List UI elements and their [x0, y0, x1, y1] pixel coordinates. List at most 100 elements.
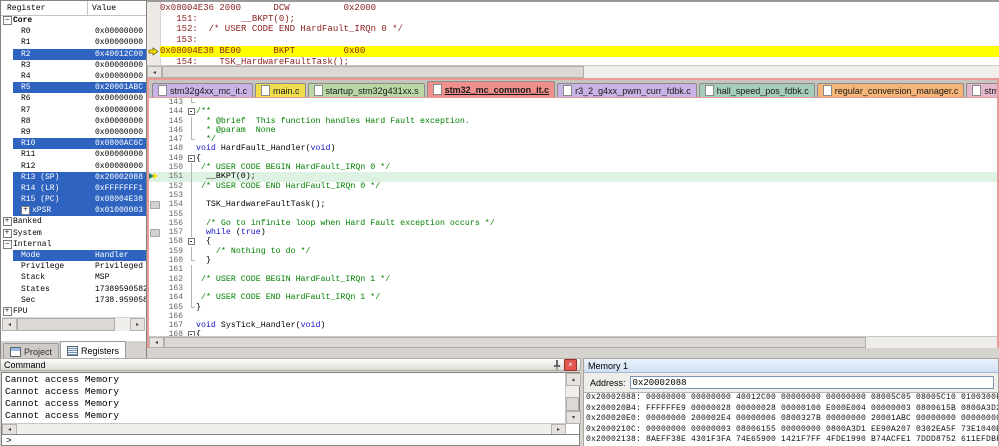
fold-margin[interactable]: [187, 107, 196, 116]
file-tab[interactable]: startup_stm32g431xx.s: [307, 83, 425, 97]
register-row[interactable]: R13 (SP) 0x20002088: [1, 171, 146, 183]
register-row[interactable]: R2 0x40012C00: [1, 48, 146, 60]
register-name: R4: [21, 72, 31, 82]
scroll-left-icon[interactable]: ◂: [149, 337, 164, 348]
line-marker: [149, 330, 161, 336]
memory-row: 0x200020E0: 00000000 200002E4 00000006 0…: [586, 414, 998, 424]
register-name: R0: [21, 27, 31, 37]
line-number: 150: [168, 163, 183, 173]
collapse-icon[interactable]: −: [2, 239, 12, 249]
file-tab[interactable]: main.c: [255, 83, 306, 97]
registers-icon: [67, 345, 79, 356]
scrollbar-thumb[interactable]: [162, 66, 584, 78]
register-row[interactable]: R1 0x00000000: [1, 37, 146, 48]
code-line: 158 {: [149, 237, 997, 246]
tab-project[interactable]: Project: [3, 343, 60, 359]
scroll-right-icon[interactable]: ▸: [130, 318, 145, 331]
command-output[interactable]: Cannot access Memory Cannot access Memory…: [1, 372, 581, 435]
register-row[interactable]: R12 0x00000000: [1, 160, 146, 171]
code-text: */: [196, 135, 216, 145]
editor-hscrollbar[interactable]: ◂: [149, 336, 997, 348]
expand-icon[interactable]: +: [21, 206, 30, 216]
register-row[interactable]: R8 0x00000000: [1, 116, 146, 127]
disassembly-window[interactable]: 0x08004E36 2000 DCW 0x2000 151: __BKPT(0…: [147, 0, 999, 78]
file-tab[interactable]: stm32g4xx_mc_it.c: [152, 83, 254, 97]
register-row[interactable]: Stack MSP: [1, 272, 146, 283]
register-name: R5: [21, 83, 31, 93]
register-row[interactable]: R3 0x00000000: [1, 60, 146, 71]
registers-panel: Register Value − Core R0 0x00000000 R1 0x0000…: [0, 0, 147, 359]
scroll-left-icon[interactable]: ◂: [147, 66, 162, 78]
code-text: /* USER CODE END HardFault_IRQn 0 */: [196, 181, 381, 191]
register-row[interactable]: + xPSR 0x01000003: [1, 205, 146, 217]
register-row[interactable]: R5 0x20001ABC: [1, 82, 146, 94]
register-row[interactable]: R6 0x00000000: [1, 93, 146, 104]
file-tab-label: stm32g4xx_mc_it.c: [170, 85, 248, 96]
register-row[interactable]: R9 0x00000000: [1, 127, 146, 138]
register-row[interactable]: R14 (LR) 0xFFFFFFF1: [1, 182, 146, 194]
file-tab[interactable]: stm32g4xx_hal_rcc.c: [966, 83, 997, 97]
command-vscrollbar[interactable]: ▴ ▾: [565, 373, 581, 424]
code-area[interactable]: 143 144/** 145 * @brief This function hand…: [149, 97, 997, 336]
fold-margin: [187, 200, 196, 210]
file-tab[interactable]: r3_2_g4xx_pwm_curr_fdbk.c: [557, 83, 697, 97]
file-tab[interactable]: regular_conversion_manager.c: [816, 83, 965, 97]
disassembly-hscrollbar[interactable]: ◂: [147, 65, 999, 78]
register-row[interactable]: Mode Handler: [1, 249, 146, 262]
registers-hscrollbar[interactable]: ◂ ▸: [2, 317, 145, 331]
register-row[interactable]: R10 0x0800AC6C: [1, 138, 146, 150]
scrollbar-thumb[interactable]: [17, 318, 115, 331]
line-marker: [149, 107, 161, 116]
fold-margin[interactable]: [187, 330, 196, 336]
code-line: 150 /* USER CODE BEGIN HardFault_IRQn 0 …: [149, 163, 997, 173]
register-value: 0x40012C00: [95, 49, 144, 59]
register-row[interactable]: − Core: [1, 15, 146, 26]
register-name: Privilege: [21, 262, 65, 272]
register-row[interactable]: Sec 1738.95905820: [1, 295, 146, 306]
register-row[interactable]: R7 0x00000000: [1, 105, 146, 116]
register-row[interactable]: States 17389590582: [1, 284, 146, 295]
register-row[interactable]: + Banked: [1, 216, 146, 227]
command-input[interactable]: >: [1, 434, 580, 446]
register-name: R11: [21, 150, 36, 160]
scroll-up-icon[interactable]: ▴: [566, 373, 581, 386]
line-marker: [149, 144, 161, 153]
scrollbar-thumb[interactable]: [164, 337, 866, 348]
file-tab[interactable]: stm32_mc_common_it.c: [426, 81, 556, 97]
register-row[interactable]: R15 (PC) 0x08004E38: [1, 194, 146, 206]
fold-margin[interactable]: [187, 237, 196, 246]
line-number: 160: [168, 256, 183, 266]
register-row[interactable]: + FPU: [1, 306, 146, 317]
command-hscrollbar[interactable]: ◂ ▸: [2, 423, 566, 435]
register-row[interactable]: R0 0x00000000: [1, 26, 146, 37]
register-row[interactable]: − Internal: [1, 239, 146, 250]
register-row[interactable]: R11 0x00000000: [1, 149, 146, 160]
register-name: R1: [21, 38, 31, 48]
document-icon: [563, 85, 573, 96]
fold-margin[interactable]: [187, 154, 196, 163]
document-icon: [261, 85, 271, 96]
expand-icon[interactable]: +: [2, 306, 12, 316]
file-tab[interactable]: hall_speed_pos_fdbk.c: [698, 83, 815, 97]
scroll-left-icon[interactable]: ◂: [2, 318, 17, 331]
fold-margin: [187, 302, 196, 312]
line-number: 158: [168, 237, 183, 247]
collapse-icon[interactable]: −: [2, 16, 12, 26]
fold-margin: [187, 144, 196, 153]
register-row[interactable]: Privilege Privileged: [1, 261, 146, 272]
register-value: Handler: [95, 251, 129, 261]
register-row[interactable]: R4 0x00000000: [1, 71, 146, 82]
register-tree[interactable]: − Core R0 0x00000000 R1 0x00000000 R2 0x40012C0…: [1, 15, 146, 317]
pin-icon[interactable]: [553, 359, 561, 370]
register-row[interactable]: + System: [1, 228, 146, 239]
close-icon[interactable]: ×: [564, 358, 577, 371]
expand-icon[interactable]: +: [2, 217, 12, 227]
expand-icon[interactable]: +: [2, 228, 12, 238]
tab-registers[interactable]: Registers: [60, 341, 127, 359]
disassembly-lines: 0x08004E36 2000 DCW 0x2000 151: __BKPT(0…: [160, 3, 999, 67]
scrollbar-thumb[interactable]: [566, 397, 579, 411]
memory-address-input[interactable]: 0x20002088: [629, 376, 994, 389]
scroll-down-icon[interactable]: ▾: [566, 411, 581, 424]
memory-hex-dump[interactable]: 0x20002088: 00000000 00000000 40012C00 0…: [584, 393, 998, 446]
